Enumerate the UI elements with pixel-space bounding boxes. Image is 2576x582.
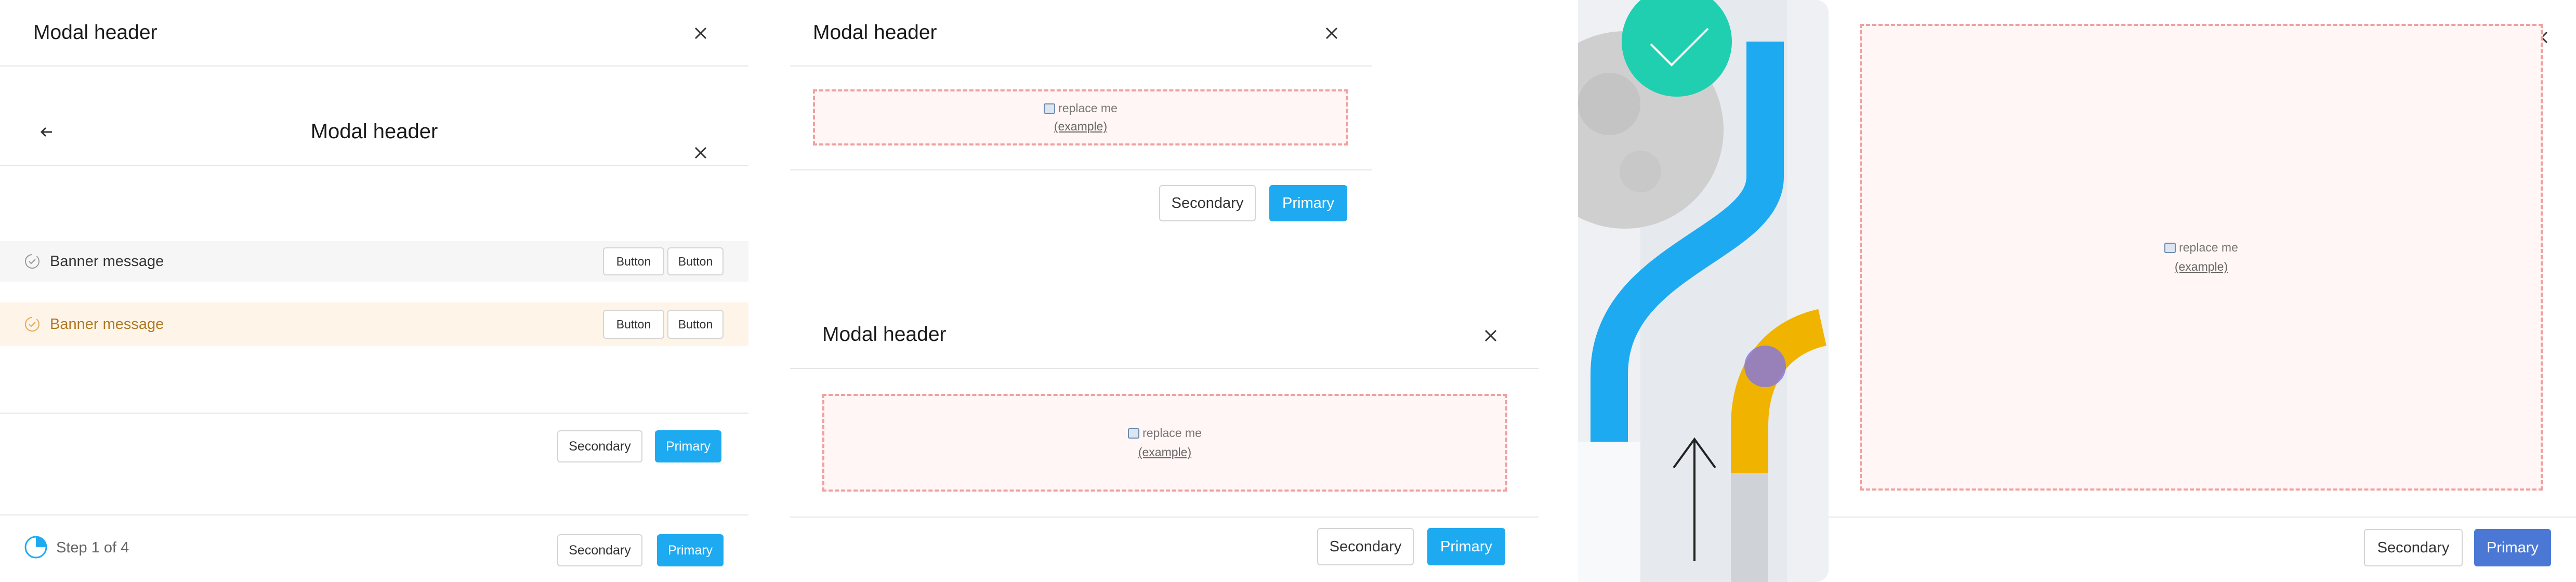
close-icon[interactable]	[1480, 325, 1501, 346]
content-placeholder: replace me (example)	[813, 89, 1348, 146]
progress-pie-icon	[24, 535, 48, 559]
banner-button-1[interactable]: Button	[603, 247, 664, 275]
banner-neutral: Banner message Button Button	[0, 241, 748, 282]
divider	[1829, 517, 2576, 518]
arrow-left-icon[interactable]	[36, 122, 57, 142]
primary-button[interactable]: Primary	[655, 430, 721, 462]
placeholder-text: replace me	[1058, 101, 1118, 115]
primary-button[interactable]: Primary	[1427, 528, 1505, 565]
banner-warning: Banner message Button Button	[0, 302, 748, 346]
placeholder-text: replace me	[2179, 241, 2238, 254]
close-icon[interactable]	[690, 142, 711, 163]
check-circle-icon	[24, 253, 41, 270]
secondary-button[interactable]: Secondary	[1159, 185, 1256, 221]
banner-button-2[interactable]: Button	[667, 247, 724, 275]
close-icon[interactable]	[1321, 23, 1342, 44]
divider	[790, 517, 1539, 518]
placeholder-text: replace me	[1142, 426, 1202, 440]
secondary-button[interactable]: Secondary	[557, 534, 642, 566]
content-placeholder: replace me (example)	[1860, 24, 2543, 491]
secondary-button[interactable]: Secondary	[1317, 528, 1414, 565]
modal-5: replace me (example) Secondary Primary	[1829, 0, 2576, 582]
modal-title: Modal header	[310, 120, 438, 143]
divider	[790, 169, 1372, 170]
secondary-button[interactable]: Secondary	[557, 430, 642, 462]
primary-button[interactable]: Primary	[1269, 185, 1347, 221]
modal-title: Modal header	[33, 21, 157, 44]
modal-title: Modal header	[822, 323, 947, 346]
banner-message: Banner message	[50, 315, 164, 333]
modal-4: Modal header replace me (example) Second…	[790, 301, 1539, 582]
modal-2: Modal header Banner message Button Butto…	[0, 67, 748, 515]
placeholder-link[interactable]: (example)	[1138, 445, 1191, 459]
primary-button[interactable]: Primary	[657, 534, 724, 566]
placeholder-link[interactable]: (example)	[1054, 120, 1107, 134]
stepper-footer: Step 1 of 4 Secondary Primary	[0, 514, 748, 582]
primary-button[interactable]: Primary	[2474, 529, 2551, 566]
step-indicator: Step 1 of 4	[56, 539, 129, 556]
divider	[0, 413, 748, 414]
image-icon	[1128, 428, 1140, 439]
content-placeholder: replace me (example)	[822, 394, 1507, 492]
modal-3: Modal header replace me (example) Second…	[790, 0, 1372, 255]
banner-message: Banner message	[50, 253, 164, 270]
placeholder-link[interactable]: (example)	[2175, 260, 2228, 274]
decorative-illustration	[1526, 0, 1829, 582]
close-icon[interactable]	[690, 23, 711, 44]
secondary-button[interactable]: Secondary	[2364, 529, 2463, 566]
image-icon	[2164, 242, 2176, 253]
image-icon	[1044, 103, 1056, 114]
illustration-panel	[1526, 0, 1829, 582]
modal-1: Modal header	[0, 0, 748, 67]
banner-button-2[interactable]: Button	[667, 310, 724, 339]
check-circle-icon	[24, 316, 41, 333]
banner-button-1[interactable]: Button	[603, 310, 664, 339]
modal-title: Modal header	[813, 21, 937, 44]
